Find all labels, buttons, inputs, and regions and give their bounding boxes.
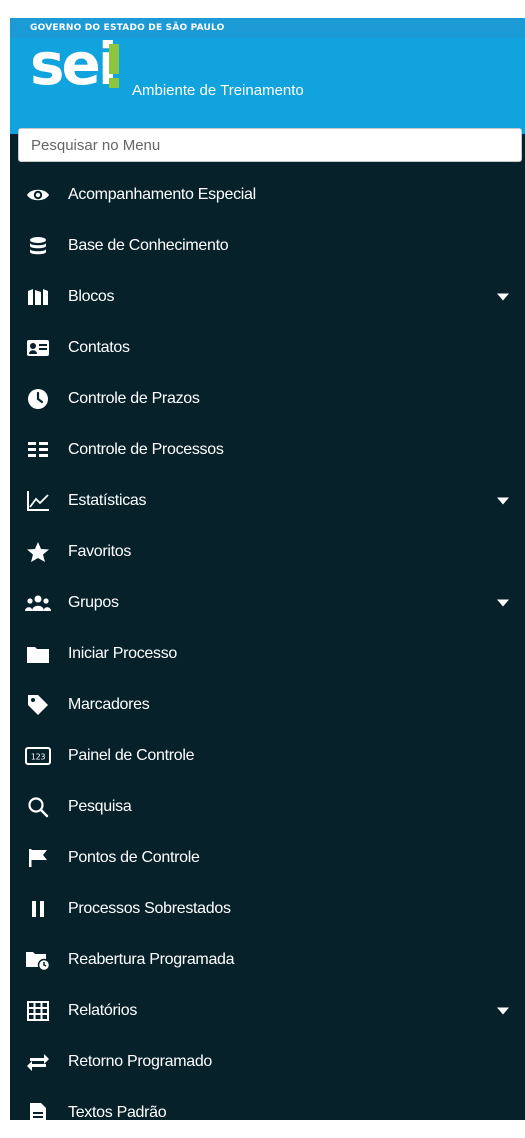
window: GOVERNO DO ESTADO DE SÃO PAULO sei Ambie… (0, 0, 525, 1123)
menu-item-label: Reabertura Programada (68, 950, 235, 968)
menu-item-blocos[interactable]: Blocos (10, 271, 525, 322)
chevron-down-icon[interactable] (497, 293, 509, 300)
document-icon (24, 1101, 52, 1125)
menu-item-iniciar-processo[interactable]: Iniciar Processo (10, 628, 525, 679)
tag-icon (24, 693, 52, 717)
menu-item-label: Controle de Prazos (68, 389, 200, 407)
blocks-icon (24, 285, 52, 309)
menu-item-pesquisa[interactable]: Pesquisa (10, 781, 525, 832)
menu-item-label: Relatórios (68, 1001, 138, 1019)
chevron-down-icon[interactable] (497, 599, 509, 606)
environment-label: Ambiente de Treinamento (132, 82, 304, 99)
svg-text:123: 123 (31, 752, 46, 761)
chevron-down-icon[interactable] (497, 497, 509, 504)
menu-item-pontos-de-controle[interactable]: Pontos de Controle (10, 832, 525, 883)
menu-item-label: Pesquisa (68, 797, 132, 815)
menu-item-label: Estatísticas (68, 491, 147, 509)
menu-item-grupos[interactable]: Grupos (10, 577, 525, 628)
menu-item-controle-de-prazos[interactable]: Controle de Prazos (10, 373, 525, 424)
menu-item-reabertura-programada[interactable]: Reabertura Programada (10, 934, 525, 985)
line-chart-icon (24, 489, 52, 513)
menu-item-label: Processos Sobrestados (68, 899, 231, 917)
menu-item-retorno-programado[interactable]: Retorno Programado (10, 1036, 525, 1087)
database-icon (24, 234, 52, 258)
menu-item-textos-padrao[interactable]: Textos Padrão (10, 1087, 525, 1138)
menu-item-processos-sobrestados[interactable]: Processos Sobrestados (10, 883, 525, 934)
sei-logo[interactable]: sei (30, 30, 122, 110)
menu-item-label: Retorno Programado (68, 1052, 213, 1070)
menu-item-relatorios[interactable]: Relatórios (10, 985, 525, 1036)
menu-item-label: Favoritos (68, 542, 132, 560)
brand-header: sei Ambiente de Treinamento (10, 30, 525, 134)
folder-icon (24, 642, 52, 666)
menu-item-base-de-conhecimento[interactable]: Base de Conhecimento (10, 220, 525, 271)
menu-item-label: Acompanhamento Especial (68, 185, 256, 203)
users-icon (24, 591, 52, 615)
clock-icon (24, 387, 52, 411)
logo-exclamation-bar (109, 44, 119, 74)
menu-item-painel-de-controle[interactable]: 123 Painel de Controle (10, 730, 525, 781)
menu-item-label: Textos Padrão (68, 1103, 167, 1121)
eye-icon (24, 183, 52, 207)
menu-item-label: Pontos de Controle (68, 848, 200, 866)
menu-item-label: Base de Conhecimento (68, 236, 229, 254)
menu-item-label: Controle de Processos (68, 440, 224, 458)
logo-exclamation-dot (109, 78, 119, 88)
logo-text: sei (30, 30, 118, 98)
menu-item-label: Contatos (68, 338, 130, 356)
folder-clock-icon (24, 948, 52, 972)
search-icon (24, 795, 52, 819)
menu-item-label: Grupos (68, 593, 119, 611)
menu-item-favoritos[interactable]: Favoritos (10, 526, 525, 577)
contact-card-icon (24, 336, 52, 360)
star-icon (24, 540, 52, 564)
menu-item-acompanhamento-especial[interactable]: Acompanhamento Especial (10, 169, 525, 220)
list-icon (24, 438, 52, 462)
pause-icon (24, 897, 52, 921)
table-icon (24, 999, 52, 1023)
exchange-arrows-icon (24, 1050, 52, 1074)
menu-item-label: Painel de Controle (68, 746, 195, 764)
sidebar-menu: GOVERNO DO ESTADO DE SÃO PAULO sei Ambie… (10, 18, 525, 1123)
numbers-panel-icon: 123 (24, 744, 52, 768)
menu-item-label: Iniciar Processo (68, 644, 178, 662)
menu-search-input[interactable] (19, 129, 521, 161)
menu-item-marcadores[interactable]: Marcadores (10, 679, 525, 730)
menu-search (18, 128, 522, 162)
flag-icon (24, 846, 52, 870)
menu-item-label: Blocos (68, 287, 115, 305)
menu-item-controle-de-processos[interactable]: Controle de Processos (10, 424, 525, 475)
menu-item-contatos[interactable]: Contatos (10, 322, 525, 373)
chevron-down-icon[interactable] (497, 1007, 509, 1014)
menu-item-label: Marcadores (68, 695, 150, 713)
menu-list: Acompanhamento Especial Base de Conhecime… (10, 169, 525, 1138)
menu-item-estatisticas[interactable]: Estatísticas (10, 475, 525, 526)
